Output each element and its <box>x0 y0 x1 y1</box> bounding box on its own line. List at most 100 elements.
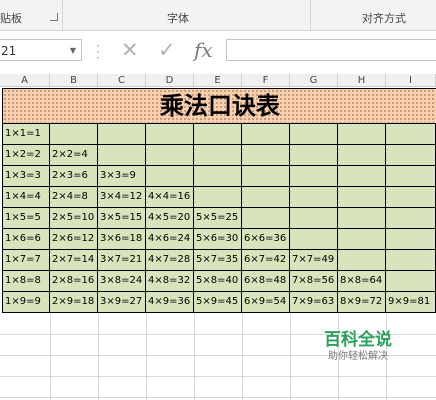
table-cell[interactable] <box>338 145 386 166</box>
table-cell[interactable]: 2×8=16 <box>50 271 98 292</box>
table-cell[interactable] <box>290 229 338 250</box>
table-cell[interactable] <box>338 124 386 145</box>
table-cell[interactable]: 5×8=40 <box>194 271 242 292</box>
table-cell[interactable]: 3×5=15 <box>98 208 146 229</box>
table-cell[interactable]: 1×9=9 <box>2 292 50 313</box>
table-cell[interactable] <box>146 124 194 145</box>
table-cell[interactable]: 2×3=6 <box>50 166 98 187</box>
table-cell[interactable]: 1×8=8 <box>2 271 50 292</box>
table-cell[interactable] <box>194 166 242 187</box>
sheet-title[interactable]: 乘法口诀表 <box>2 88 436 124</box>
table-cell[interactable]: 7×9=63 <box>290 292 338 313</box>
table-cell[interactable]: 3×8=24 <box>98 271 146 292</box>
table-cell[interactable]: 8×8=64 <box>338 271 386 292</box>
table-cell[interactable] <box>194 124 242 145</box>
table-cell[interactable]: 3×3=9 <box>98 166 146 187</box>
column-header-d[interactable]: D <box>146 74 194 87</box>
clipboard-group-label: 贴板 <box>0 12 22 25</box>
table-cell[interactable]: 2×9=18 <box>50 292 98 313</box>
clipboard-launcher-icon[interactable] <box>50 13 58 21</box>
table-cell[interactable]: 7×7=49 <box>290 250 338 271</box>
table-cell[interactable]: 4×8=32 <box>146 271 194 292</box>
table-cell[interactable]: 1×5=5 <box>2 208 50 229</box>
table-cell[interactable]: 6×6=36 <box>242 229 290 250</box>
table-cell[interactable] <box>98 124 146 145</box>
table-cell[interactable] <box>338 250 386 271</box>
table-cell[interactable]: 8×9=72 <box>338 292 386 313</box>
table-cell[interactable] <box>242 187 290 208</box>
column-header-a[interactable]: A <box>0 74 50 87</box>
table-cell[interactable] <box>290 187 338 208</box>
column-header-h[interactable]: H <box>338 74 386 87</box>
column-header-b[interactable]: B <box>50 74 98 87</box>
table-cell[interactable] <box>98 145 146 166</box>
table-cell[interactable]: 5×5=25 <box>194 208 242 229</box>
table-cell[interactable] <box>338 229 386 250</box>
table-cell[interactable] <box>290 208 338 229</box>
table-cell[interactable]: 4×7=28 <box>146 250 194 271</box>
table-cell[interactable] <box>194 145 242 166</box>
table-cell[interactable]: 1×3=3 <box>2 166 50 187</box>
enter-icon[interactable]: ✓ <box>158 37 176 63</box>
table-cell[interactable] <box>386 187 436 208</box>
formula-input[interactable] <box>226 39 436 61</box>
table-cell[interactable]: 5×7=35 <box>194 250 242 271</box>
column-header-g[interactable]: G <box>290 74 338 87</box>
table-cell[interactable] <box>386 271 436 292</box>
table-cell[interactable] <box>290 124 338 145</box>
table-cell[interactable]: 3×4=12 <box>98 187 146 208</box>
table-cell[interactable] <box>386 124 436 145</box>
table-cell[interactable] <box>338 187 386 208</box>
table-cell[interactable]: 9×9=81 <box>386 292 436 313</box>
column-header-e[interactable]: E <box>194 74 242 87</box>
table-cell[interactable]: 2×4=8 <box>50 187 98 208</box>
table-cell[interactable]: 5×9=45 <box>194 292 242 313</box>
table-cell[interactable]: 4×9=36 <box>146 292 194 313</box>
name-box[interactable]: 21 ▼ <box>0 39 82 61</box>
table-cell[interactable] <box>386 145 436 166</box>
table-cell[interactable]: 1×4=4 <box>2 187 50 208</box>
table-cell[interactable] <box>386 208 436 229</box>
table-cell[interactable]: 2×5=10 <box>50 208 98 229</box>
table-cell[interactable] <box>338 166 386 187</box>
table-cell[interactable]: 2×2=4 <box>50 145 98 166</box>
column-header-i[interactable]: I <box>386 74 436 87</box>
table-cell[interactable]: 4×6=24 <box>146 229 194 250</box>
column-header-c[interactable]: C <box>98 74 146 87</box>
table-cell[interactable]: 4×5=20 <box>146 208 194 229</box>
insert-function-icon[interactable]: fx <box>194 38 213 62</box>
table-cell[interactable] <box>242 166 290 187</box>
table-cell[interactable]: 1×2=2 <box>2 145 50 166</box>
table-cell[interactable]: 3×7=21 <box>98 250 146 271</box>
table-cell[interactable]: 3×9=27 <box>98 292 146 313</box>
table-cell[interactable]: 6×7=42 <box>242 250 290 271</box>
table-cell[interactable]: 3×6=18 <box>98 229 146 250</box>
table-cell[interactable] <box>50 124 98 145</box>
table-cell[interactable]: 6×8=48 <box>242 271 290 292</box>
table-cell[interactable]: 4×4=16 <box>146 187 194 208</box>
table-cell[interactable] <box>290 145 338 166</box>
table-cell[interactable] <box>242 208 290 229</box>
table-cell[interactable]: 5×6=30 <box>194 229 242 250</box>
table-cell[interactable] <box>146 145 194 166</box>
chevron-down-icon[interactable]: ▼ <box>70 40 76 62</box>
table-cell[interactable] <box>242 145 290 166</box>
table-cell[interactable] <box>194 187 242 208</box>
table-cell[interactable] <box>338 208 386 229</box>
drag-handle-icon[interactable]: · · · <box>96 40 100 64</box>
table-cell[interactable] <box>242 124 290 145</box>
table-cell[interactable]: 1×7=7 <box>2 250 50 271</box>
cancel-icon[interactable]: ✕ <box>121 37 139 63</box>
column-header-f[interactable]: F <box>242 74 290 87</box>
table-cell[interactable] <box>146 166 194 187</box>
table-cell[interactable]: 2×6=12 <box>50 229 98 250</box>
table-cell[interactable] <box>386 166 436 187</box>
table-cell[interactable]: 6×9=54 <box>242 292 290 313</box>
table-cell[interactable] <box>290 166 338 187</box>
table-cell[interactable] <box>386 229 436 250</box>
table-cell[interactable] <box>386 250 436 271</box>
table-cell[interactable]: 1×1=1 <box>2 124 50 145</box>
table-cell[interactable]: 2×7=14 <box>50 250 98 271</box>
table-cell[interactable]: 1×6=6 <box>2 229 50 250</box>
table-cell[interactable]: 7×8=56 <box>290 271 338 292</box>
